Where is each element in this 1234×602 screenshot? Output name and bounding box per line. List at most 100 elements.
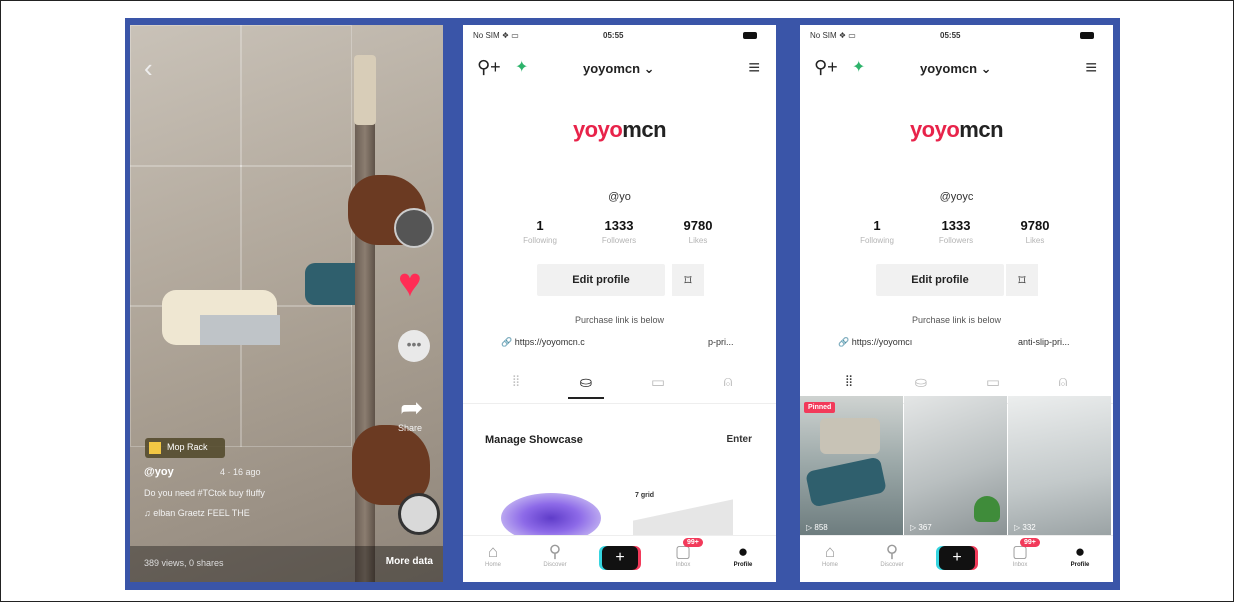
video-time: 4 · 16 ago	[220, 467, 261, 477]
home-icon: ⌂	[487, 542, 499, 561]
videos-grid-tab-icon[interactable]: ⦙⦙	[501, 373, 531, 390]
like-heart-icon[interactable]: ♥	[398, 263, 422, 303]
video-username[interactable]: @yoy	[144, 466, 174, 478]
mop-holder-clamp	[200, 315, 280, 345]
menu-icon[interactable]: ≡	[1085, 57, 1097, 80]
video-thumbnail[interactable]: ▷ 367	[904, 396, 1007, 536]
videos-grid-tab-icon[interactable]: ⦙⦙	[834, 373, 864, 390]
carrier-label: No SIM ❖ ▭	[473, 31, 519, 40]
video-sound[interactable]: ♫ elban Graetz FEEL THE	[144, 508, 250, 518]
carrier-label: No SIM ❖ ▭	[810, 31, 856, 40]
stat-following[interactable]: 1 Following	[842, 218, 912, 245]
product-grid-label: 7 grid	[635, 492, 655, 499]
stat-followers[interactable]: 1333 Followers	[921, 218, 991, 245]
stat-following[interactable]: 1 Following	[505, 218, 575, 245]
bookmark-icon[interactable]: ⌑	[1006, 264, 1038, 296]
product-badge[interactable]: Mop Rack	[145, 438, 225, 458]
creator-tools-icon[interactable]: ✦	[515, 57, 528, 77]
music-disc-icon[interactable]	[398, 493, 440, 535]
stat-followers[interactable]: 1333 Followers	[584, 218, 654, 245]
creator-avatar[interactable]	[394, 208, 434, 248]
nav-label: Discover	[880, 562, 904, 568]
pinned-badge: Pinned	[804, 402, 836, 413]
nav-discover[interactable]: ⚲ Discover	[872, 542, 912, 568]
video-panel[interactable]: ‹ ♥ ••• ➦ Share Mop Rack @yoy 4 · 16 ago…	[130, 25, 443, 582]
nav-profile[interactable]: ● Profile	[1060, 542, 1100, 568]
nav-home[interactable]: ⌂ Home	[810, 542, 850, 568]
profile-topbar: ⚲+ ✦ yoyomcn ⌄ ≡	[800, 53, 1113, 83]
video-thumbnail[interactable]: ▷ 332	[1008, 396, 1111, 536]
bio-text: Purchase link is below	[911, 315, 1002, 325]
nav-profile[interactable]: ● Profile	[723, 542, 763, 568]
stat-label: Followers	[938, 236, 974, 245]
back-arrow-icon[interactable]: ‹	[144, 53, 153, 84]
nav-home[interactable]: ⌂ Home	[473, 542, 513, 568]
more-data-button[interactable]: More data	[386, 556, 433, 567]
account-switcher[interactable]: yoyomcn ⌄	[920, 61, 992, 77]
shop-bag-tab-icon[interactable]: ⛀	[571, 373, 601, 391]
add-user-icon[interactable]: ⚲+	[814, 57, 838, 78]
stat-number: 9780	[683, 218, 713, 233]
nav-inbox[interactable]: ▢ Inbox 99+	[663, 538, 703, 568]
manage-showcase-row[interactable]: Manage Showcase Enter	[477, 420, 762, 460]
profile-logo: yoyomcn	[463, 117, 776, 143]
nav-label: Home	[484, 562, 501, 568]
stat-label: Likes	[1025, 236, 1045, 245]
edit-profile-button[interactable]: Edit profile	[537, 264, 665, 296]
stat-likes[interactable]: 9780 Likes	[1000, 218, 1070, 245]
bio-link[interactable]: 🔗 https://yoyomcı	[838, 337, 912, 348]
bottom-nav: ⌂ Home ⚲ Discover + ▢ Inbox 99+ ● Profile	[463, 535, 776, 582]
profile-username: @yo	[608, 191, 631, 203]
profile-topbar: ⚲+ ✦ yoyomcn ⌄ ≡	[463, 53, 776, 83]
inbox-count-badge: 99+	[683, 538, 703, 547]
profile-panel-showcase: No SIM ❖ ▭ 05:55 ⚲+ ✦ yoyomcn ⌄ ≡ yoyomc…	[463, 25, 776, 582]
status-time: 05:55	[603, 31, 624, 40]
bio-text: Purchase link is below	[574, 315, 665, 325]
logo-main: yoyo	[572, 117, 623, 142]
account-switcher[interactable]: yoyomcn ⌄	[583, 61, 655, 77]
showcase-enter-button[interactable]: Enter	[726, 434, 752, 445]
create-plus-button[interactable]: +	[939, 546, 975, 570]
private-lock-tab-icon[interactable]: ⍝	[713, 373, 743, 390]
active-tab-indicator	[568, 397, 604, 399]
profile-logo: yoyomcn	[800, 117, 1113, 143]
creator-tools-icon[interactable]: ✦	[852, 57, 865, 77]
add-user-icon[interactable]: ⚲+	[477, 57, 501, 78]
create-plus-button[interactable]: +	[602, 546, 638, 570]
wall-tile	[130, 165, 242, 307]
search-icon: ⚲	[548, 542, 562, 561]
bio-link-tail[interactable]: p-pri...	[708, 337, 734, 347]
reposts-tab-icon[interactable]: ▭	[978, 373, 1008, 391]
nav-discover[interactable]: ⚲ Discover	[535, 542, 575, 568]
reposts-tab-icon[interactable]: ▭	[643, 373, 673, 391]
video-view-count: ▷ 858	[806, 523, 828, 532]
wall-tile	[130, 25, 242, 167]
stat-likes[interactable]: 9780 Likes	[663, 218, 733, 245]
comment-icon[interactable]: •••	[398, 330, 430, 362]
menu-icon[interactable]: ≡	[748, 57, 760, 80]
profile-username: @yoyc	[939, 191, 974, 203]
video-views: 389 views, 0 shares	[144, 558, 224, 568]
thumb-holder-image	[820, 418, 880, 454]
status-time: 05:55	[940, 31, 961, 40]
shop-bag-tab-icon[interactable]: ⛀	[906, 373, 936, 391]
edit-profile-button[interactable]: Edit profile	[876, 264, 1004, 296]
private-lock-tab-icon[interactable]: ⍝	[1048, 373, 1078, 390]
wall-tile	[240, 25, 352, 167]
stat-label: Following	[860, 236, 894, 245]
battery-icon	[1080, 32, 1094, 39]
nav-inbox[interactable]: ▢ Inbox 99+	[1000, 538, 1040, 568]
nav-label: Discover	[543, 562, 567, 568]
mop-pole	[355, 65, 375, 582]
video-thumbnail[interactable]: Pinned ▷ 858	[800, 396, 903, 536]
stat-number: 9780	[1020, 218, 1050, 233]
bookmark-icon[interactable]: ⌑	[672, 264, 704, 296]
stat-label: Followers	[601, 236, 637, 245]
stat-label: Likes	[688, 236, 708, 245]
home-icon: ⌂	[824, 542, 836, 561]
bio-link[interactable]: 🔗 https://yoyomcn.c	[501, 337, 585, 348]
battery-icon	[743, 32, 757, 39]
share-arrow-icon[interactable]: ➦	[400, 391, 423, 424]
bio-link-tail[interactable]: anti-slip-pri...	[1018, 337, 1070, 347]
video-footer: 389 views, 0 shares More data	[130, 546, 443, 582]
